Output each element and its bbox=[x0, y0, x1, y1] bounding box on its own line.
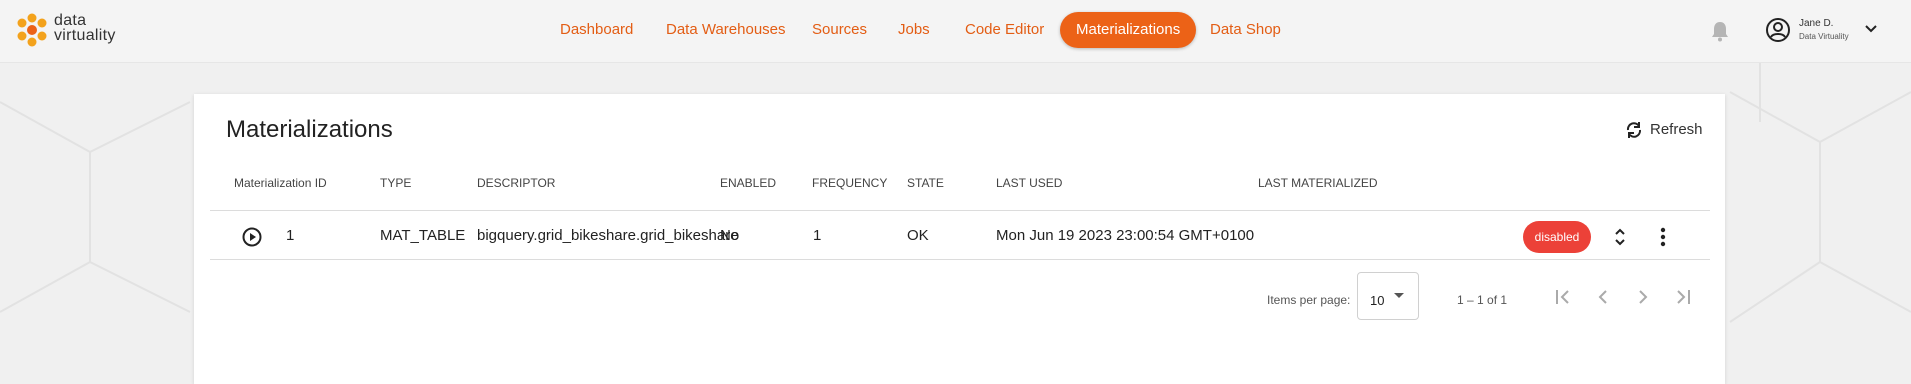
cell-state: OK bbox=[907, 227, 929, 244]
last-page-icon[interactable] bbox=[1672, 286, 1694, 308]
user-org: Data Virtuality bbox=[1799, 32, 1849, 41]
expand-collapse-icon[interactable] bbox=[1613, 225, 1627, 249]
cell-id: 1 bbox=[286, 227, 295, 244]
nav-sources[interactable]: Sources bbox=[796, 12, 883, 48]
col-header-id[interactable]: Materialization ID bbox=[234, 176, 327, 190]
chevron-down-icon[interactable] bbox=[1864, 24, 1878, 34]
nav-jobs[interactable]: Jobs bbox=[882, 12, 946, 48]
play-icon[interactable] bbox=[242, 227, 262, 247]
cell-enabled: No bbox=[720, 227, 740, 244]
status-badge[interactable]: disabled bbox=[1523, 221, 1591, 253]
items-per-page-value: 10 bbox=[1370, 293, 1385, 308]
nav-data-shop[interactable]: Data Shop bbox=[1194, 12, 1297, 48]
items-per-page-select[interactable]: 10 bbox=[1357, 272, 1419, 320]
refresh-label: Refresh bbox=[1650, 121, 1703, 138]
dropdown-arrow-icon bbox=[1394, 293, 1404, 298]
cell-last-used: Mon Jun 19 2023 23:00:54 GMT+0100 bbox=[996, 227, 1255, 244]
col-header-enabled[interactable]: ENABLED bbox=[720, 176, 776, 190]
bell-icon[interactable] bbox=[1710, 20, 1730, 42]
user-name: Jane D. bbox=[1799, 18, 1834, 29]
col-header-last-used[interactable]: LAST USED bbox=[996, 176, 1062, 190]
nav-data-warehouses[interactable]: Data Warehouses bbox=[650, 12, 802, 48]
header-divider bbox=[210, 210, 1710, 211]
main-nav: Dashboard Data Warehouses Sources Jobs C… bbox=[0, 0, 1911, 62]
page-range-label: 1 – 1 of 1 bbox=[1457, 293, 1508, 307]
nav-dashboard[interactable]: Dashboard bbox=[544, 12, 649, 48]
top-navigation-bar: data virtuality Dashboard Data Warehouse… bbox=[0, 0, 1911, 63]
previous-page-icon[interactable] bbox=[1592, 286, 1614, 308]
col-header-last-materialized[interactable]: LAST MATERIALIZED bbox=[1258, 176, 1378, 190]
first-page-icon[interactable] bbox=[1552, 286, 1574, 308]
page-title: Materializations bbox=[226, 116, 393, 143]
col-header-descriptor[interactable]: DESCRIPTOR bbox=[477, 176, 555, 190]
col-header-type[interactable]: TYPE bbox=[380, 176, 411, 190]
cell-frequency: 1 bbox=[813, 227, 822, 244]
col-header-state[interactable]: STATE bbox=[907, 176, 944, 190]
nav-materializations[interactable]: Materializations bbox=[1060, 12, 1197, 48]
col-header-frequency[interactable]: FREQUENCY bbox=[812, 176, 887, 190]
cell-descriptor: bigquery.grid_bikeshare.grid_bikeshare bbox=[477, 227, 739, 244]
user-circle-icon[interactable] bbox=[1765, 17, 1791, 43]
cell-type: MAT_TABLE bbox=[380, 227, 466, 244]
items-per-page-label: Items per page: bbox=[1267, 293, 1351, 307]
materializations-card: Materializations Refresh Materialization… bbox=[194, 94, 1725, 384]
refresh-icon bbox=[1626, 122, 1642, 138]
next-page-icon[interactable] bbox=[1632, 286, 1654, 308]
more-vertical-icon[interactable] bbox=[1660, 227, 1666, 247]
row-divider bbox=[210, 259, 1710, 260]
nav-code-editor[interactable]: Code Editor bbox=[949, 12, 1060, 48]
